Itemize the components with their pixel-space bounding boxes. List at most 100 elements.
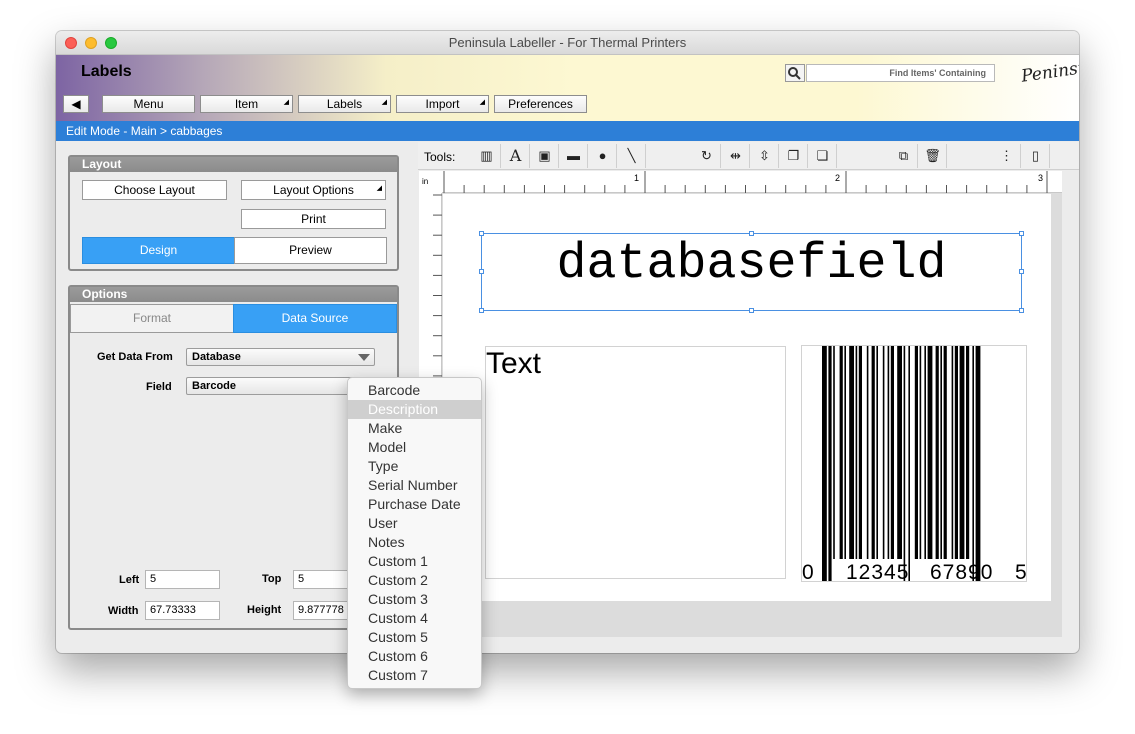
design-tab[interactable]: Design xyxy=(82,237,235,264)
menu-item-type[interactable]: Type xyxy=(348,457,481,476)
menu-item-description[interactable]: Description xyxy=(348,400,481,419)
text-element-content: Text xyxy=(486,347,542,380)
left-label: Left xyxy=(119,574,140,586)
database-field-element[interactable]: databasefield xyxy=(479,231,1024,313)
tab-format[interactable]: Format xyxy=(70,304,234,333)
resize-handle[interactable] xyxy=(479,308,484,313)
barcode-digit-first: 0 xyxy=(802,561,814,584)
flip-horizontal-tool[interactable]: ⇹ xyxy=(722,144,750,168)
text-element[interactable]: Text xyxy=(485,346,786,579)
menu-item-notes[interactable]: Notes xyxy=(348,533,481,552)
layout-panel-title: Layout xyxy=(70,157,397,172)
chevron-down-icon xyxy=(358,354,370,361)
preview-tab[interactable]: Preview xyxy=(234,237,387,264)
dropdown-icon: ◢ xyxy=(376,185,382,192)
width-label: Width xyxy=(108,605,139,617)
menu-item-custom-3[interactable]: Custom 3 xyxy=(348,590,481,609)
menu-item-custom-1[interactable]: Custom 1 xyxy=(348,552,481,571)
resize-handle[interactable] xyxy=(479,269,484,274)
left-input[interactable]: 5 xyxy=(145,570,220,589)
barcode-digits-left: 12345 xyxy=(846,561,910,584)
barcode-icon: ▥ xyxy=(480,148,493,163)
field-select-value: Barcode xyxy=(192,380,237,392)
bring-forward-icon: ❐ xyxy=(787,148,800,163)
menu-item-custom-4[interactable]: Custom 4 xyxy=(348,609,481,628)
ellipse-tool[interactable]: ● xyxy=(589,144,617,168)
window-title: Peninsula Labeller - For Thermal Printer… xyxy=(448,35,687,50)
resize-handle[interactable] xyxy=(1019,231,1024,236)
resize-handle[interactable] xyxy=(749,308,754,313)
rectangle-tool[interactable]: ▬ xyxy=(560,144,588,168)
layout-options-label: Layout Options xyxy=(273,183,354,197)
field-dropdown-menu: Barcode Description Make Model Type Seri… xyxy=(347,377,482,689)
labels-button[interactable]: Labels ◢ xyxy=(298,95,391,113)
resize-handle[interactable] xyxy=(479,231,484,236)
barcode-tool[interactable]: ▥ xyxy=(473,144,501,168)
align-tool[interactable]: ⋮ xyxy=(993,144,1021,168)
get-data-from-select[interactable]: Database xyxy=(186,348,375,366)
resize-handle[interactable] xyxy=(749,231,754,236)
flip-vertical-tool[interactable]: ⇳ xyxy=(751,144,779,168)
top-label: Top xyxy=(262,573,282,585)
top-input[interactable]: 5 xyxy=(293,570,353,589)
app-window: Peninsula Labeller - For Thermal Printer… xyxy=(56,31,1079,653)
label-size-tool[interactable]: ▯ xyxy=(1022,144,1050,168)
menu-item-model[interactable]: Model xyxy=(348,438,481,457)
labels-button-label: Labels xyxy=(326,97,363,111)
search-input[interactable]: Find Items' Containing xyxy=(806,64,995,82)
text-icon: A xyxy=(509,146,522,165)
send-backward-tool[interactable]: ❏ xyxy=(809,144,837,168)
menu-item-user[interactable]: User xyxy=(348,514,481,533)
menu-item-custom-6[interactable]: Custom 6 xyxy=(348,647,481,666)
flip-vertical-icon: ⇳ xyxy=(759,148,770,163)
choose-layout-button[interactable]: Choose Layout xyxy=(82,180,227,200)
height-input[interactable]: 9.877778 xyxy=(293,601,353,620)
text-tool[interactable]: A xyxy=(502,144,530,168)
menu-item-purchase-date[interactable]: Purchase Date xyxy=(348,495,481,514)
menu-item-serial-number[interactable]: Serial Number xyxy=(348,476,481,495)
resize-handle[interactable] xyxy=(1019,269,1024,274)
menu-item-make[interactable]: Make xyxy=(348,419,481,438)
menu-item-custom-5[interactable]: Custom 5 xyxy=(348,628,481,647)
layout-options-button[interactable]: Layout Options ◢ xyxy=(241,180,386,200)
tab-data-source[interactable]: Data Source xyxy=(233,304,397,333)
import-button[interactable]: Import ◢ xyxy=(396,95,489,113)
rotate-tool[interactable]: ↻ xyxy=(693,144,721,168)
search-button[interactable] xyxy=(785,64,805,82)
barcode-digits-right: 67890 xyxy=(930,561,994,584)
delete-tool[interactable]: 🗑 xyxy=(919,144,947,168)
width-input[interactable]: 67.73333 xyxy=(145,601,220,620)
options-panel-title: Options xyxy=(70,287,397,302)
menu-item-custom-2[interactable]: Custom 2 xyxy=(348,571,481,590)
resize-handle[interactable] xyxy=(1019,308,1024,313)
duplicate-tool[interactable]: ⧉ xyxy=(890,144,918,168)
menu-button[interactable]: Menu xyxy=(102,95,195,113)
ellipse-icon: ● xyxy=(598,148,607,163)
image-tool[interactable]: ▣ xyxy=(531,144,559,168)
duplicate-icon: ⧉ xyxy=(898,148,909,163)
horizontal-ruler: 1 2 3 xyxy=(442,171,1068,193)
rotate-icon: ↻ xyxy=(701,148,712,163)
image-icon: ▣ xyxy=(538,148,551,163)
database-field-text: databasefield xyxy=(556,236,947,293)
item-button-label: Item xyxy=(234,97,259,111)
line-tool[interactable]: ╲ xyxy=(618,144,646,168)
ruler-unit: in xyxy=(419,171,442,193)
search-icon xyxy=(788,67,801,80)
item-button[interactable]: Item ◢ xyxy=(200,95,293,113)
barcode-element[interactable]: 0 12345 67890 5 xyxy=(801,345,1027,584)
bring-forward-tool[interactable]: ❐ xyxy=(780,144,808,168)
tools-toolbar: Tools: ▥ A ▣ ▬ ● ╲ ↻ ⇹ ⇳ ❐ ❏ ⧉ 🗑 ⋮ ▯ xyxy=(418,142,1079,170)
preferences-button[interactable]: Preferences xyxy=(494,95,587,113)
menu-item-barcode[interactable]: Barcode xyxy=(348,381,481,400)
flip-horizontal-icon: ⇹ xyxy=(730,148,741,163)
breadcrumb: Edit Mode - Main > cabbages xyxy=(56,121,1079,141)
tools-label: Tools: xyxy=(424,150,456,164)
field-label: Field xyxy=(146,381,172,393)
menu-item-custom-7[interactable]: Custom 7 xyxy=(348,666,481,685)
print-button[interactable]: Print xyxy=(241,209,386,229)
rectangle-icon: ▬ xyxy=(567,148,580,163)
back-button[interactable]: ◀ xyxy=(63,95,89,113)
get-data-from-value: Database xyxy=(192,351,241,363)
send-backward-icon: ❏ xyxy=(816,148,829,163)
